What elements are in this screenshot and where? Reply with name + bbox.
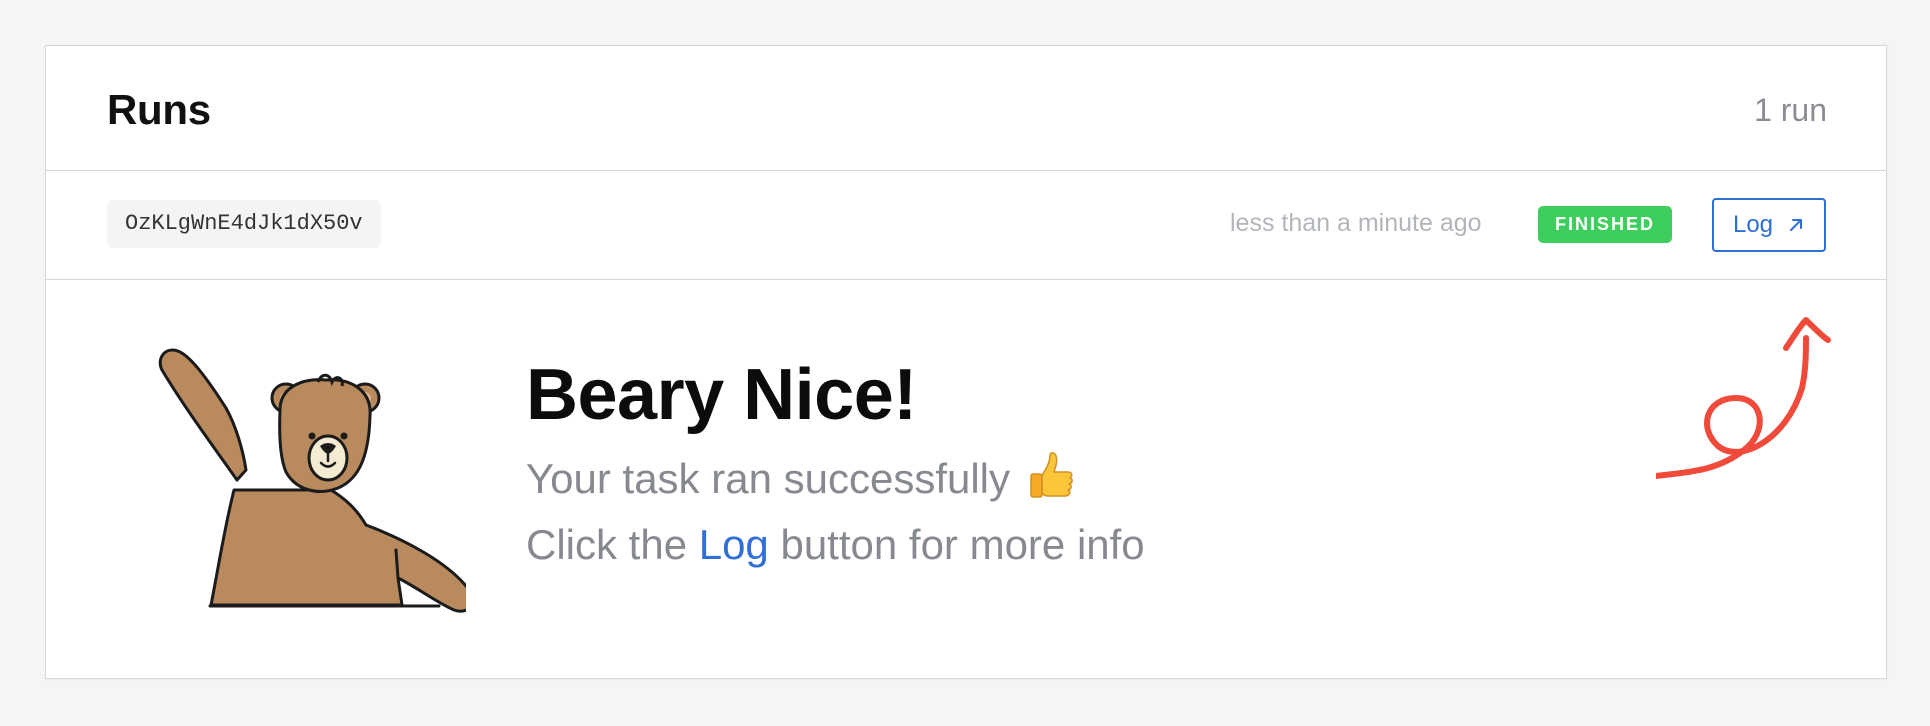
log-button-label: Log <box>1732 211 1774 238</box>
runs-panel: Runs 1 run OzKLgWnE4dJk1dX50v less than … <box>45 45 1887 679</box>
external-arrow-icon <box>1790 219 1803 231</box>
bear-illustration <box>158 348 466 613</box>
success-message-area: Beary Nice! Your task ran successfully C… <box>46 280 1886 678</box>
success-heading: Beary Nice! <box>526 355 917 435</box>
log-hint-link[interactable]: Log <box>699 521 769 568</box>
log-hint-prefix: Click the <box>526 521 699 568</box>
success-subtitle: Your task ran successfully <box>526 452 1074 506</box>
log-hint: Click the Log button for more info <box>526 521 1145 569</box>
page-title: Runs <box>107 86 211 133</box>
status-badge: FINISHED <box>1538 206 1672 243</box>
run-timestamp: less than a minute ago <box>1230 209 1482 237</box>
run-id: OzKLgWnE4dJk1dX50v <box>107 200 381 248</box>
run-row: OzKLgWnE4dJk1dX50v less than a minute ag… <box>46 171 1886 280</box>
run-count: 1 run <box>1754 92 1827 128</box>
success-subtitle-text: Your task ran successfully <box>526 455 1011 502</box>
curly-arrow-icon <box>1656 317 1831 479</box>
log-hint-suffix: button for more info <box>768 521 1145 568</box>
runs-header: Runs 1 run <box>46 46 1886 171</box>
log-button[interactable]: Log <box>1712 198 1826 252</box>
thumbs-up-icon <box>1029 452 1073 498</box>
